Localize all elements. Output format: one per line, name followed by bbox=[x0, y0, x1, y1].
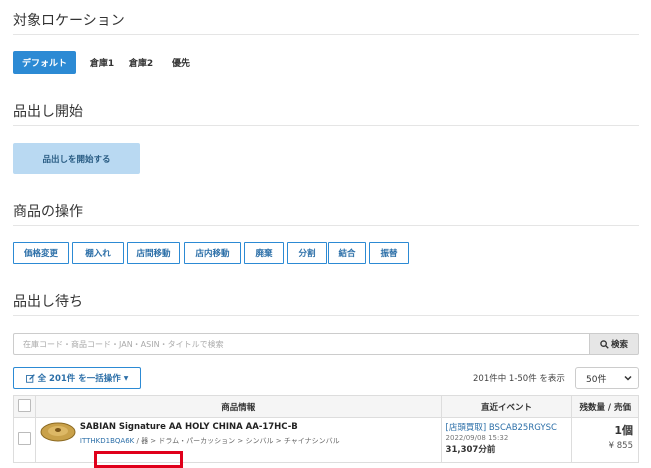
section-title-picking-start: 品出し開始 bbox=[13, 104, 83, 120]
product-code-link[interactable]: ITTHKD1BQA6K bbox=[80, 437, 134, 445]
sale-price: ¥ 855 bbox=[608, 441, 633, 451]
divider bbox=[13, 34, 639, 35]
event-date: 2022/09/08 15:32 bbox=[445, 434, 509, 442]
search-placeholder: 在庫コード・商品コード・JAN・ASIN・タイトルで検索 bbox=[23, 340, 224, 349]
store-transfer-button[interactable]: 店間移動 bbox=[127, 242, 180, 264]
chevron-down-icon bbox=[624, 375, 632, 381]
search-icon bbox=[600, 339, 609, 349]
product-meta: ITTHKD1BQA6K / 器 > ドラム・パーカッション > シンバル > … bbox=[80, 436, 340, 446]
shelving-button[interactable]: 棚入れ bbox=[72, 242, 124, 264]
select-all-checkbox[interactable] bbox=[17, 398, 31, 412]
product-title[interactable]: SABIAN Signature AA HOLY CHINA AA-17HC-B bbox=[80, 422, 298, 432]
section-title-waiting: 品出し待ち bbox=[13, 294, 83, 310]
section-title-operations: 商品の操作 bbox=[13, 204, 83, 220]
tab-location-default[interactable]: デフォルト bbox=[13, 51, 76, 74]
col-header-event: 直近イベント bbox=[440, 395, 573, 418]
table-row: SABIAN Signature AA HOLY CHINA AA-17HC-B… bbox=[13, 417, 639, 468]
search-button[interactable]: 検索 bbox=[589, 333, 639, 355]
merge-button[interactable]: 結合 bbox=[328, 242, 366, 264]
result-count: 201件中 1-50件 を表示 bbox=[473, 374, 565, 384]
search-button-label: 検索 bbox=[610, 340, 628, 350]
start-picking-button[interactable]: 品出しを開始する bbox=[13, 143, 140, 174]
event-cell: [店頭買取] BSCAB25RGYSC 2022/09/08 15:32 31,… bbox=[440, 417, 573, 463]
transfer-button[interactable]: 振替 bbox=[369, 242, 409, 264]
dispose-button[interactable]: 廃棄 bbox=[244, 242, 284, 264]
tab-location-warehouse2[interactable]: 倉庫2 bbox=[122, 51, 160, 74]
col-header-product: 商品情報 bbox=[34, 395, 442, 418]
price-change-button[interactable]: 価格変更 bbox=[13, 242, 69, 264]
tab-location-priority[interactable]: 優先 bbox=[164, 51, 198, 74]
caret-down-icon: ▼ bbox=[123, 374, 129, 382]
in-store-move-button[interactable]: 店内移動 bbox=[184, 242, 241, 264]
highlight-box bbox=[93, 451, 183, 468]
product-info-cell: SABIAN Signature AA HOLY CHINA AA-17HC-B… bbox=[34, 417, 442, 468]
event-link[interactable]: [店頭買取] BSCAB25RGYSC bbox=[446, 421, 568, 433]
divider bbox=[13, 225, 639, 226]
bulk-operation-button[interactable]: 全 201件 を一括操作 ▼ bbox=[13, 367, 141, 389]
select-all-cell bbox=[13, 395, 36, 418]
product-thumbnail bbox=[40, 422, 76, 442]
tab-location-warehouse1[interactable]: 倉庫1 bbox=[80, 51, 124, 74]
table-header-row: 商品情報 直近イベント 残数量 / 売価 bbox=[13, 395, 639, 418]
per-page-value: 50件 bbox=[586, 374, 607, 385]
remaining-qty: 1個 bbox=[614, 424, 633, 437]
section-title-location: 対象ロケーション bbox=[13, 13, 125, 29]
divider bbox=[13, 125, 639, 126]
qty-price-cell: 1個 ¥ 855 bbox=[571, 417, 639, 463]
product-category: 器 > ドラム・パーカッション > シンバル > チャイナシンバル bbox=[141, 437, 340, 445]
divider bbox=[13, 315, 639, 316]
row-select-cell bbox=[13, 417, 36, 463]
col-header-qty-price: 残数量 / 売価 bbox=[571, 395, 639, 418]
per-page-select[interactable]: 50件 bbox=[575, 367, 639, 389]
event-elapsed: 31,307分前 bbox=[445, 445, 496, 455]
bulk-operation-label: 全 201件 を一括操作 bbox=[37, 374, 121, 384]
search-input[interactable]: 在庫コード・商品コード・JAN・ASIN・タイトルで検索 bbox=[13, 333, 590, 355]
edit-icon bbox=[25, 373, 35, 383]
inventory-table: 商品情報 直近イベント 残数量 / 売価 SABIAN Signature AA… bbox=[13, 395, 639, 468]
row-checkbox[interactable] bbox=[17, 432, 31, 445]
split-button[interactable]: 分割 bbox=[287, 242, 327, 264]
